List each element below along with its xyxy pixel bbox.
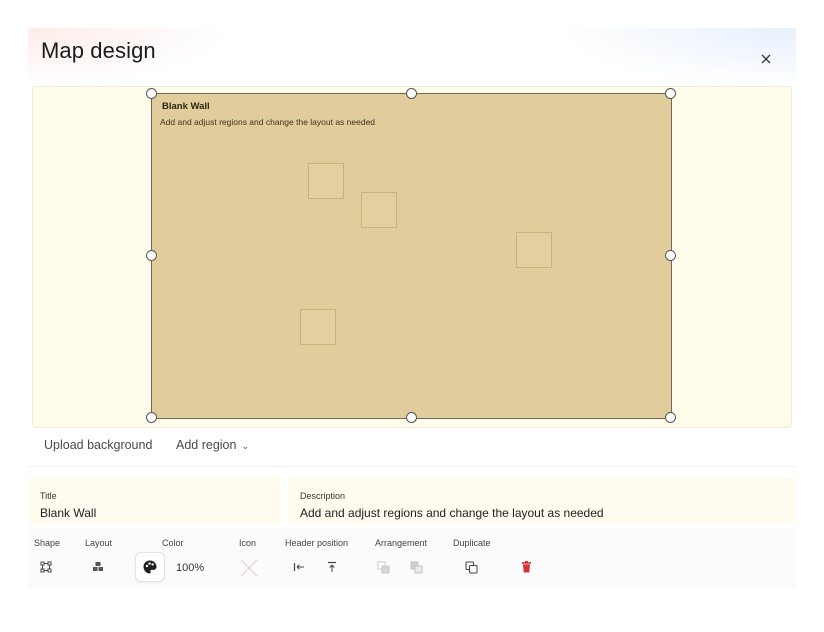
add-region-label: Add region: [176, 438, 237, 452]
duplicate-icon: [465, 561, 477, 573]
description-value[interactable]: Add and adjust regions and change the la…: [300, 506, 604, 520]
resize-handle-right[interactable]: [665, 250, 676, 261]
chevron-down-icon: ⌄: [241, 441, 250, 451]
icon-label: Icon: [239, 538, 257, 548]
resize-handle-bottom-right[interactable]: [665, 412, 676, 423]
color-opacity-value[interactable]: 100%: [176, 562, 204, 574]
no-icon-icon: [240, 559, 258, 577]
title-field[interactable]: Title Blank Wall: [28, 478, 280, 524]
shape-button[interactable]: [34, 555, 58, 579]
divider: [28, 466, 796, 467]
delete-button[interactable]: [514, 555, 538, 579]
title-label: Title: [40, 491, 57, 501]
delete-icon: [521, 561, 531, 573]
add-region-button[interactable]: Add region ⌄: [176, 438, 249, 452]
send-backward-button[interactable]: [371, 555, 395, 579]
description-field[interactable]: Description Add and adjust regions and c…: [288, 478, 796, 524]
palette-icon: [143, 560, 157, 574]
header-position-left-button[interactable]: [287, 555, 311, 579]
placeholder-tile: [361, 192, 397, 228]
upload-background-button[interactable]: Upload background: [44, 438, 152, 452]
duplicate-button[interactable]: [459, 555, 483, 579]
arrangement-label: Arrangement: [375, 538, 428, 548]
resize-handle-top-right[interactable]: [665, 88, 676, 99]
resize-handle-top-left[interactable]: [146, 88, 157, 99]
layout-icon: [93, 562, 103, 571]
description-label: Description: [300, 491, 346, 501]
header-position-label: Header position: [285, 538, 349, 548]
shape-icon: [40, 561, 52, 573]
title-value[interactable]: Blank Wall: [40, 506, 96, 520]
placeholder-tile: [300, 309, 336, 345]
layout-label: Layout: [85, 538, 113, 548]
shape-label: Shape: [34, 538, 61, 548]
placeholder-tile: [516, 232, 552, 268]
region-blank-wall[interactable]: Blank Wall Add and adjust regions and ch…: [151, 93, 672, 419]
align-top-header-icon: [328, 561, 336, 572]
color-label: Color: [162, 538, 184, 548]
header-position-top-button[interactable]: [320, 555, 344, 579]
region-title: Blank Wall: [162, 101, 210, 112]
layout-button[interactable]: [86, 555, 110, 579]
close-button[interactable]: [755, 48, 777, 70]
resize-handle-bottom-left[interactable]: [146, 412, 157, 423]
placeholder-tile: [308, 163, 344, 199]
dialog-title: Map design: [41, 38, 156, 63]
resize-handle-top[interactable]: [406, 88, 417, 99]
canvas-toolbar: Upload background Add region ⌄: [28, 430, 796, 464]
bring-forward-button[interactable]: [404, 555, 428, 579]
duplicate-label: Duplicate: [453, 538, 491, 548]
send-backward-icon: [377, 561, 389, 573]
properties-bar: Shape Layout Color Icon Header position …: [28, 528, 796, 588]
icon-button[interactable]: [235, 554, 263, 582]
align-left-header-icon: [293, 563, 304, 571]
map-design-dialog: Map design Blank Wall Add and adjust reg…: [28, 28, 796, 588]
resize-handle-bottom[interactable]: [406, 412, 417, 423]
resize-handle-left[interactable]: [146, 250, 157, 261]
bring-forward-icon: [410, 561, 422, 573]
region-description: Add and adjust regions and change the la…: [160, 117, 376, 127]
color-picker-button[interactable]: [135, 552, 165, 582]
close-icon: [761, 54, 771, 64]
